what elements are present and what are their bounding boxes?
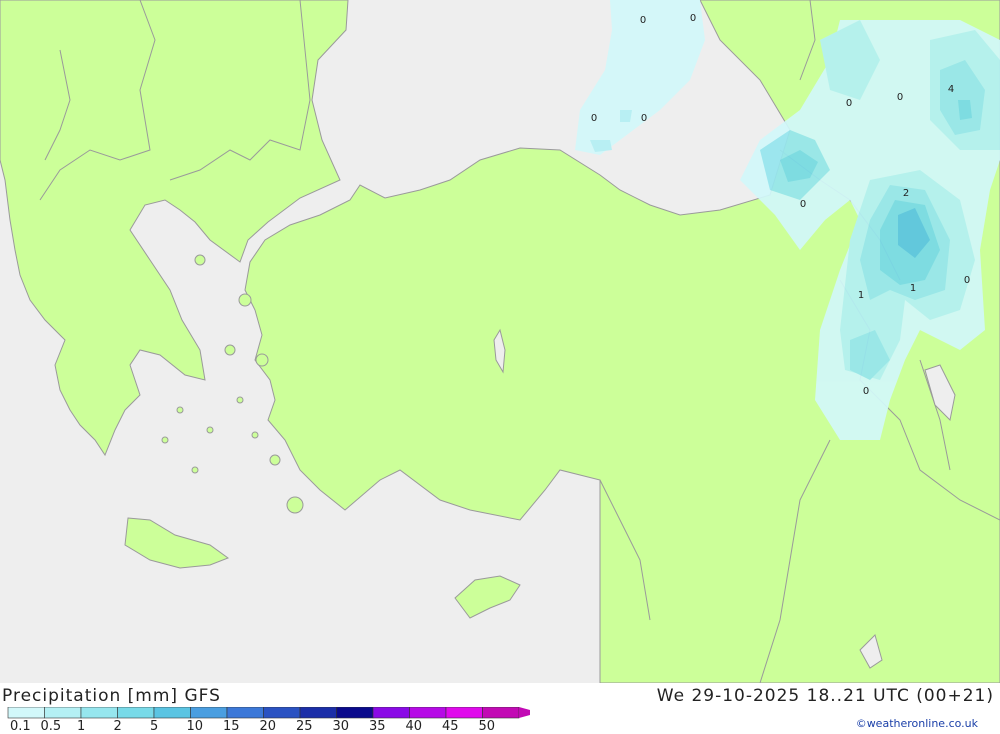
precip-label: 0 (641, 113, 647, 124)
legend-label: 40 (405, 719, 423, 734)
legend-label: 5 (150, 719, 159, 734)
legend-label: 25 (296, 719, 313, 734)
legend-swatch (445, 707, 483, 719)
precip-label: 0 (846, 98, 852, 109)
valid-time: We 29-10-2025 18..21 UTC (00+21) (656, 686, 994, 706)
legend-swatch (263, 707, 301, 719)
legend-label: 50 (478, 719, 496, 734)
legend-swatch (153, 707, 191, 719)
precip-label: 1 (910, 283, 916, 294)
legend-label: 1 (77, 719, 86, 734)
legend-label: 35 (369, 719, 386, 734)
legend-arrow (519, 707, 530, 718)
legend-label: 45 (442, 719, 459, 734)
legend-label: 10 (186, 719, 204, 734)
precip-label: 0 (897, 92, 903, 103)
precip-label: 2 (903, 188, 909, 199)
precip-label: 0 (964, 275, 970, 286)
legend-label: 0.5 (40, 719, 62, 734)
legend-swatch (372, 707, 410, 719)
precip-label: 4 (948, 84, 954, 95)
legend-label: 2 (113, 719, 122, 734)
legend-label: 30 (332, 719, 350, 734)
map-footer: Precipitation [mm] GFS We 29-10-2025 18.… (0, 683, 1000, 734)
legend-swatch (7, 707, 45, 719)
legend-swatch (482, 707, 520, 719)
credit-link[interactable]: ©weatheronline.co.uk (856, 717, 978, 730)
precip-label: 0 (800, 199, 806, 210)
legend-swatch (80, 707, 118, 719)
legend-swatch (190, 707, 228, 719)
legend-label: 0.1 (10, 719, 31, 734)
legend-swatch (226, 707, 264, 719)
legend-label: 20 (259, 719, 277, 734)
legend-swatch (117, 707, 155, 719)
color-legend: 0.1 0.5 1 2 5 10 15 20 25 30 35 40 45 50 (0, 707, 530, 734)
precip-label: 1 (858, 290, 864, 301)
legend-swatch (44, 707, 82, 719)
legend-color-bar (7, 707, 530, 719)
precip-label: 0 (591, 113, 597, 124)
map-title: Precipitation [mm] GFS (2, 686, 221, 706)
legend-swatch (409, 707, 447, 719)
precip-label: 0 (640, 15, 646, 26)
legend-swatch (336, 707, 374, 719)
legend-label: 15 (223, 719, 240, 734)
precip-label: 0 (690, 13, 696, 24)
precipitation-map: 0 0 0 0 0 0 4 0 2 1 1 0 0 (0, 0, 1000, 683)
precip-label: 0 (863, 386, 869, 397)
legend-swatch (299, 707, 337, 719)
